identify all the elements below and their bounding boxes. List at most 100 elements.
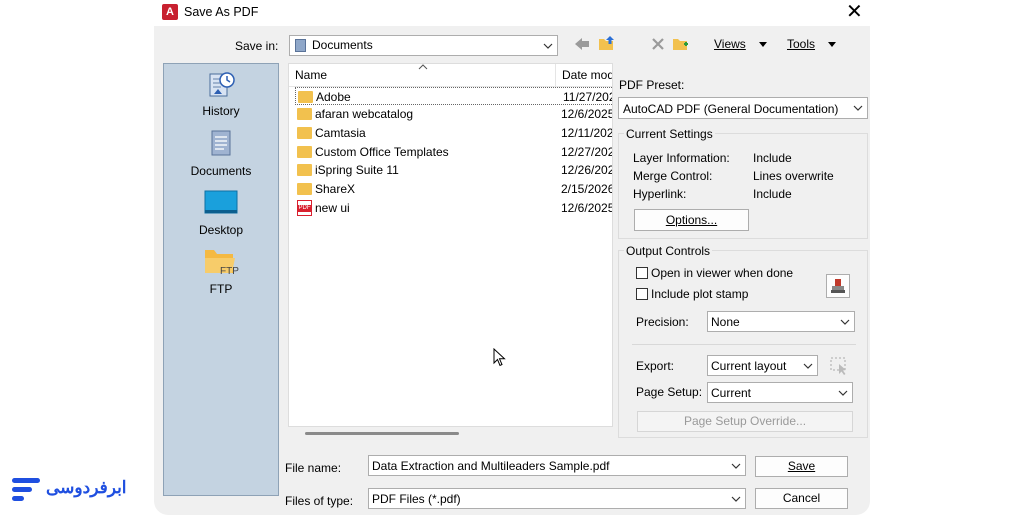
pdf-icon: PDF bbox=[297, 200, 312, 216]
file-name: iSpring Suite 11 bbox=[315, 163, 399, 177]
page-setup-dropdown[interactable]: Current bbox=[707, 382, 853, 403]
chevron-down-icon bbox=[853, 105, 863, 111]
current-settings-title: Current Settings bbox=[624, 127, 715, 141]
divider bbox=[632, 344, 856, 345]
file-name-field[interactable]: Data Extraction and Multileaders Sample.… bbox=[368, 455, 746, 476]
options-button[interactable]: Options... bbox=[634, 209, 749, 231]
output-controls-title: Output Controls bbox=[624, 244, 713, 258]
file-name-value: Data Extraction and Multileaders Sample.… bbox=[372, 459, 610, 473]
chevron-down-icon bbox=[840, 319, 850, 325]
hyperlink-label: Hyperlink: bbox=[633, 187, 687, 201]
file-date: 12/6/2025 bbox=[561, 107, 613, 121]
chevron-down-icon bbox=[731, 463, 741, 469]
file-name-label: File name: bbox=[285, 461, 342, 475]
places-sidebar: History Documents Desktop FTP FTP bbox=[163, 63, 279, 496]
brand-logo-icon bbox=[12, 478, 40, 501]
file-date: 11/27/202 bbox=[563, 90, 613, 104]
chevron-down-icon bbox=[543, 43, 553, 49]
save-as-pdf-dialog: A Save As PDF ✕ Save in: Documents Views… bbox=[154, 0, 870, 515]
column-header-date-label: Date mod bbox=[562, 68, 613, 82]
select-layouts-button[interactable] bbox=[829, 356, 849, 376]
places-desktop-label: Desktop bbox=[198, 223, 244, 237]
folder-icon bbox=[297, 183, 312, 195]
include-plot-stamp-checkbox[interactable] bbox=[636, 288, 648, 300]
new-folder-icon[interactable] bbox=[672, 35, 690, 52]
file-date: 12/6/2025 bbox=[561, 201, 613, 215]
save-in-dropdown[interactable]: Documents bbox=[289, 35, 558, 56]
pdf-preset-value: AutoCAD PDF (General Documentation) bbox=[623, 102, 839, 116]
pdf-preset-label: PDF Preset: bbox=[619, 78, 685, 92]
history-icon bbox=[209, 72, 235, 97]
export-value: Current layout bbox=[711, 359, 787, 373]
export-dropdown[interactable]: Current layout bbox=[707, 355, 818, 376]
file-row-afaran-webcatalog[interactable]: afaran webcatalog 12/6/2025 bbox=[295, 105, 613, 123]
page-setup-override-button[interactable]: Page Setup Override... bbox=[637, 411, 853, 432]
save-in-label: Save in: bbox=[235, 39, 279, 53]
column-header-date[interactable]: Date mod bbox=[556, 64, 613, 87]
save-button[interactable]: Save bbox=[755, 456, 848, 477]
precision-label: Precision: bbox=[636, 315, 689, 329]
column-header-name[interactable]: Name bbox=[289, 64, 556, 87]
file-list[interactable]: Name Date mod Adobe 11/27/202 afaran web… bbox=[288, 63, 613, 427]
folder-icon bbox=[297, 146, 312, 158]
tools-dropdown-icon bbox=[828, 42, 837, 48]
pdf-preset-dropdown[interactable]: AutoCAD PDF (General Documentation) bbox=[618, 97, 868, 119]
chevron-down-icon bbox=[803, 363, 813, 369]
file-type-value: PDF Files (*.pdf) bbox=[372, 492, 461, 506]
tools-label: Tools bbox=[787, 37, 816, 51]
file-date: 12/26/202 bbox=[561, 163, 613, 177]
close-icon[interactable]: ✕ bbox=[846, 0, 863, 24]
autocad-app-icon: A bbox=[162, 4, 178, 20]
file-date: 12/27/202 bbox=[561, 145, 613, 159]
plot-stamp-settings-button[interactable] bbox=[826, 274, 850, 298]
file-row-camtasia[interactable]: Camtasia 12/11/202 bbox=[295, 124, 613, 142]
precision-value: None bbox=[711, 315, 740, 329]
back-arrow-icon[interactable] bbox=[573, 36, 591, 52]
desktop-icon bbox=[204, 190, 238, 214]
file-row-sharex[interactable]: ShareX 2/15/2026 bbox=[295, 180, 613, 198]
cancel-button-label: Cancel bbox=[782, 491, 821, 505]
file-row-new-ui[interactable]: PDF new ui 12/6/2025 bbox=[295, 199, 613, 217]
options-button-label: Options... bbox=[665, 213, 718, 227]
scrollbar-thumb[interactable] bbox=[305, 432, 459, 435]
brand-text: ابرفردوسی bbox=[46, 478, 127, 497]
places-documents[interactable]: Documents bbox=[164, 128, 278, 178]
file-name: Camtasia bbox=[315, 126, 366, 140]
include-plot-stamp-label[interactable]: Include plot stamp bbox=[651, 287, 748, 301]
merge-control-value: Lines overwrite bbox=[753, 169, 834, 183]
file-date: 12/11/202 bbox=[561, 126, 613, 140]
file-name: Custom Office Templates bbox=[315, 145, 449, 159]
file-type-dropdown[interactable]: PDF Files (*.pdf) bbox=[368, 488, 746, 509]
save-button-label: Save bbox=[787, 459, 816, 473]
title-bar: A Save As PDF ✕ bbox=[154, 0, 870, 26]
precision-dropdown[interactable]: None bbox=[707, 311, 855, 332]
file-row-custom-office-templates[interactable]: Custom Office Templates 12/27/202 bbox=[295, 143, 613, 161]
ftp-icon-text: FTP bbox=[220, 266, 239, 277]
hyperlink-value: Include bbox=[753, 187, 792, 201]
cancel-button[interactable]: Cancel bbox=[755, 488, 848, 509]
open-in-viewer-checkbox[interactable] bbox=[636, 267, 648, 279]
documents-icon bbox=[295, 39, 306, 52]
folder-icon bbox=[297, 108, 312, 120]
open-in-viewer-label[interactable]: Open in viewer when done bbox=[651, 266, 793, 280]
save-in-value: Documents bbox=[312, 38, 373, 52]
places-desktop[interactable]: Desktop bbox=[164, 187, 278, 237]
pdf-icon-text: PDF bbox=[298, 205, 311, 212]
file-date: 2/15/2026 bbox=[561, 182, 613, 196]
tools-menu[interactable]: Tools bbox=[787, 37, 837, 51]
brand-logo: ابرفردوسی bbox=[12, 476, 132, 504]
select-objects-icon bbox=[830, 357, 846, 375]
places-ftp[interactable]: FTP FTP bbox=[164, 246, 278, 296]
places-documents-label: Documents bbox=[190, 164, 252, 178]
stamp-icon bbox=[831, 279, 845, 293]
delete-icon[interactable] bbox=[651, 37, 665, 51]
places-history[interactable]: History bbox=[164, 68, 278, 118]
views-menu[interactable]: Views bbox=[714, 37, 768, 51]
file-row-adobe[interactable]: Adobe 11/27/202 bbox=[295, 87, 613, 105]
horizontal-scrollbar[interactable] bbox=[288, 428, 613, 438]
file-name: Adobe bbox=[316, 90, 351, 104]
file-row-ispring-suite-11[interactable]: iSpring Suite 11 12/26/202 bbox=[295, 161, 613, 179]
documents-icon bbox=[211, 130, 231, 156]
file-type-label: Files of type: bbox=[285, 494, 354, 508]
up-folder-icon[interactable] bbox=[598, 35, 616, 52]
